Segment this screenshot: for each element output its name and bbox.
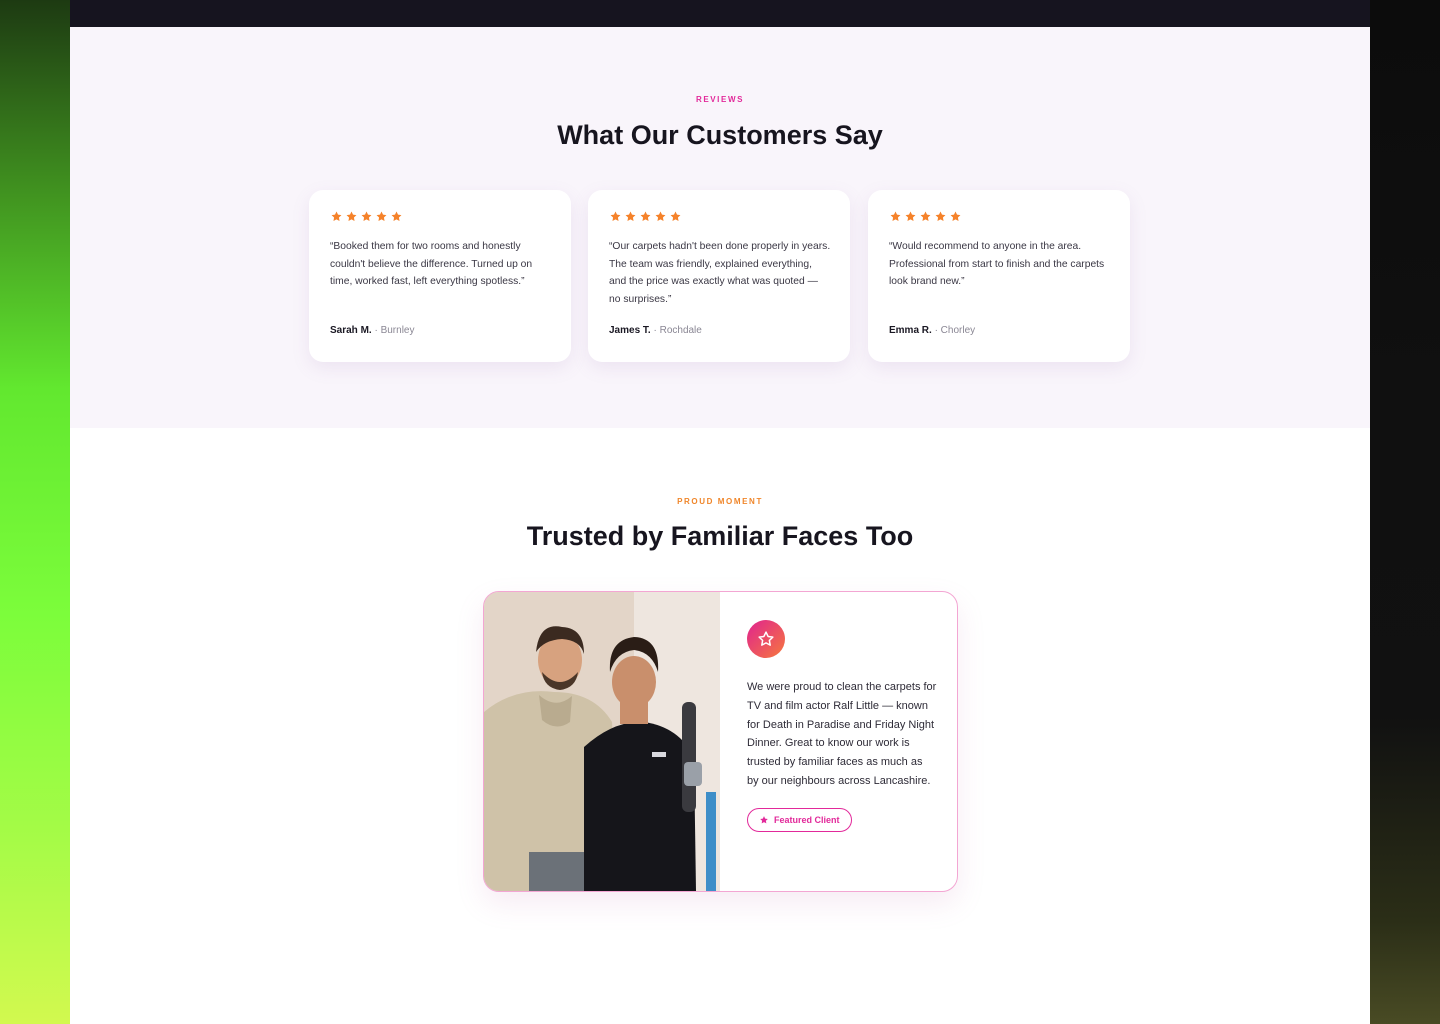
client-photo [484, 592, 720, 891]
star-icon [331, 211, 342, 221]
star-rating [609, 210, 682, 223]
top-bar [70, 0, 1370, 27]
featured-client-badge[interactable]: Featured Client [747, 807, 852, 832]
review-card: “Booked them for two rooms and honestly … [309, 190, 571, 362]
review-author-location: · Rochdale [653, 325, 702, 336]
review-author-name: Sarah M. [330, 325, 372, 336]
review-author: Emma R. · Chorley [889, 325, 975, 336]
reviews-heading: What Our Customers Say [557, 120, 883, 150]
review-quote: “Would recommend to anyone in the area. … [889, 241, 1105, 288]
star-outline-icon [747, 620, 785, 658]
review-author-location: · Burnley [374, 325, 415, 336]
star-icon [610, 211, 621, 221]
star-icon [935, 211, 946, 221]
star-icon [625, 211, 636, 221]
review-quote: “Our carpets hadn't been done properly i… [609, 241, 831, 306]
star-icon [905, 211, 916, 221]
star-icon [950, 211, 961, 221]
star-icon [890, 211, 901, 221]
star-icon [670, 211, 681, 221]
star-rating [889, 210, 962, 223]
star-icon [391, 211, 402, 221]
review-author-name: James T. [609, 325, 651, 336]
featured-client-text: We were proud to clean the carpets for T… [747, 681, 937, 787]
page: REVIEWS What Our Customers Say “Booked t… [70, 0, 1370, 1024]
featured-client-card: We were proud to clean the carpets for T… [483, 591, 958, 892]
star-icon [361, 211, 372, 221]
review-author-location: · Chorley [934, 325, 976, 336]
featured-client-content: We were proud to clean the carpets for T… [747, 620, 937, 832]
proud-moment-section: PROUD MOMENT Trusted by Familiar Faces T… [70, 428, 1370, 1024]
star-rating [330, 210, 403, 223]
star-icon [655, 211, 666, 221]
review-card: “Would recommend to anyone in the area. … [868, 190, 1130, 362]
review-author: Sarah M. · Burnley [330, 325, 414, 336]
reviews-section: REVIEWS What Our Customers Say “Booked t… [70, 27, 1370, 428]
background-gradient-left [0, 0, 70, 1024]
star-icon [346, 211, 357, 221]
star-icon [376, 211, 387, 221]
star-icon [920, 211, 931, 221]
review-author-name: Emma R. [889, 325, 932, 336]
review-author: James T. · Rochdale [609, 325, 702, 336]
proud-eyebrow: PROUD MOMENT [677, 497, 763, 506]
review-card: “Our carpets hadn't been done properly i… [588, 190, 850, 362]
reviews-eyebrow: REVIEWS [695, 95, 745, 104]
featured-client-badge-label: Featured Client [774, 814, 840, 825]
review-quote: “Booked them for two rooms and honestly … [330, 241, 533, 288]
star-icon [640, 211, 651, 221]
background-dark-right [1370, 0, 1440, 1024]
star-icon [760, 815, 768, 824]
proud-heading: Trusted by Familiar Faces Too [526, 521, 914, 551]
